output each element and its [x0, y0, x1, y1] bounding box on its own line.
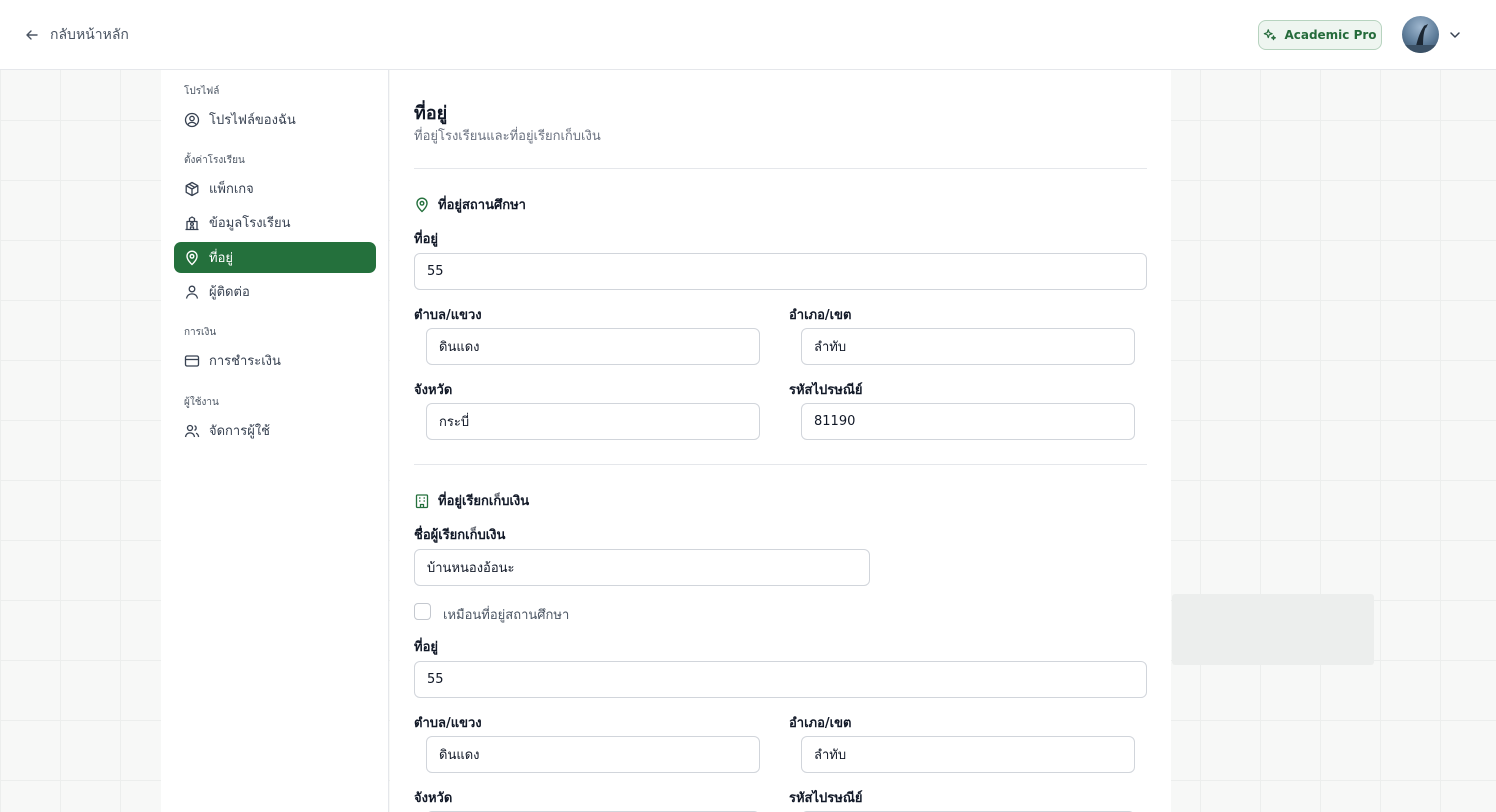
- sidebar-item-label: แพ็กเกจ: [209, 182, 254, 197]
- avatar[interactable]: [1402, 16, 1439, 53]
- same-as-school-address-label[interactable]: เหมือนที่อยู่สถานศึกษา: [443, 604, 569, 625]
- subdistrict-label: ตำบล/แขวง: [414, 716, 482, 731]
- sidebar-section-profile: โปรไฟล์: [184, 86, 220, 97]
- chevron-down-icon[interactable]: [1448, 28, 1462, 42]
- avatar-image: [1402, 24, 1439, 53]
- plan-badge[interactable]: Academic Pro: [1258, 20, 1382, 50]
- address-settings-panel: ที่อยู่ ที่อยู่โรงเรียนและที่อยู่เรียกเก…: [390, 70, 1171, 812]
- school-icon: [185, 215, 199, 230]
- postal-code-label: รหัสไปรษณีย์: [789, 791, 863, 806]
- map-pin-icon: [416, 197, 428, 212]
- section-heading-label: ที่อยู่เรียกเก็บเงิน: [438, 494, 530, 509]
- billing-name-label: ชื่อผู้เรียกเก็บเงิน: [414, 528, 506, 543]
- background-panel: [1172, 594, 1374, 665]
- billing-subdistrict-input[interactable]: [426, 736, 760, 773]
- users-icon: [184, 424, 200, 437]
- user-icon: [185, 285, 199, 299]
- address-label: ที่อยู่: [414, 640, 438, 655]
- sidebar-section-users: ผู้ใช้งาน: [184, 397, 219, 408]
- sidebar-item-label: ผู้ติดต่อ: [209, 285, 250, 300]
- province-label: จังหวัด: [414, 791, 453, 806]
- building-icon: [415, 493, 429, 508]
- sidebar-item-label: จัดการผู้ใช้: [209, 424, 271, 439]
- school-district-input[interactable]: [801, 328, 1135, 365]
- page-subtitle: ที่อยู่โรงเรียนและที่อยู่เรียกเก็บเงิน: [414, 129, 601, 144]
- arrow-left-icon: [26, 30, 38, 40]
- same-as-school-address-checkbox[interactable]: [414, 603, 431, 620]
- billing-name-input[interactable]: [414, 549, 870, 586]
- sidebar-item-label: ข้อมูลโรงเรียน: [209, 216, 291, 231]
- district-label: อำเภอ/เขต: [789, 716, 852, 731]
- sidebar-item-address[interactable]: ที่อยู่: [174, 242, 376, 273]
- school-postal-code-input[interactable]: [801, 403, 1135, 440]
- sidebar-item-label: การชำระเงิน: [209, 354, 281, 369]
- school-subdistrict-input[interactable]: [426, 328, 760, 365]
- sidebar-item-label: ที่อยู่: [209, 251, 233, 266]
- sidebar-item-manage-users[interactable]: จัดการผู้ใช้: [174, 415, 376, 446]
- billing-address-heading: ที่อยู่เรียกเก็บเงิน: [414, 490, 529, 511]
- school-address-heading: ที่อยู่สถานศึกษา: [414, 194, 526, 215]
- sidebar-item-label: โปรไฟล์ของฉัน: [209, 113, 296, 128]
- section-heading-label: ที่อยู่สถานศึกษา: [438, 198, 526, 213]
- top-bar: กลับหน้าหลัก Academic Pro: [0, 0, 1496, 70]
- province-label: จังหวัด: [414, 383, 453, 398]
- billing-district-input[interactable]: [801, 736, 1135, 773]
- user-circle-icon: [184, 112, 200, 127]
- credit-card-icon: [184, 354, 200, 367]
- sidebar-item-package[interactable]: แพ็กเกจ: [174, 173, 376, 204]
- divider: [414, 464, 1147, 465]
- back-label: กลับหน้าหลัก: [50, 27, 129, 43]
- settings-sidebar: โปรไฟล์ โปรไฟล์ของฉัน ตั้งค่าโรงเรียน แพ…: [161, 70, 389, 812]
- district-label: อำเภอ/เขต: [789, 308, 852, 323]
- school-address-input[interactable]: [414, 253, 1147, 290]
- address-label: ที่อยู่: [414, 232, 438, 247]
- package-icon: [185, 181, 199, 196]
- sidebar-item-school-info[interactable]: ข้อมูลโรงเรียน: [174, 207, 376, 238]
- divider: [414, 168, 1147, 169]
- plan-badge-label: Academic Pro: [1284, 28, 1377, 42]
- sidebar-item-contact[interactable]: ผู้ติดต่อ: [174, 276, 376, 307]
- subdistrict-label: ตำบล/แขวง: [414, 308, 482, 323]
- billing-address-input[interactable]: [414, 661, 1147, 698]
- page-title: ที่อยู่: [414, 103, 448, 124]
- sidebar-section-school-settings: ตั้งค่าโรงเรียน: [184, 155, 245, 166]
- postal-code-label: รหัสไปรษณีย์: [789, 383, 863, 398]
- back-to-home-link[interactable]: กลับหน้าหลัก: [24, 22, 129, 48]
- sparkles-icon: [1264, 29, 1277, 41]
- sidebar-item-payment[interactable]: การชำระเงิน: [174, 345, 376, 376]
- sidebar-section-finance: การเงิน: [184, 327, 217, 338]
- map-pin-icon: [186, 250, 198, 265]
- sidebar-item-my-profile[interactable]: โปรไฟล์ของฉัน: [174, 104, 376, 135]
- school-province-input[interactable]: [426, 403, 760, 440]
